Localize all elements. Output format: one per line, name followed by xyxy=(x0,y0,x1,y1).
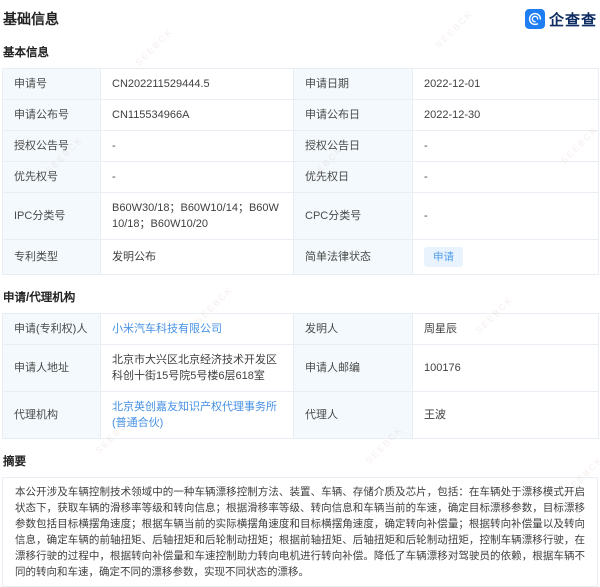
cpc-class-value: - xyxy=(413,193,599,240)
ipc-class-label: IPC分类号 xyxy=(3,193,101,240)
application-number-label: 申请号 xyxy=(3,69,101,100)
qichacha-logo[interactable]: 企查查 xyxy=(525,9,597,30)
priority-number-label: 优先权号 xyxy=(3,162,101,193)
abstract-text: 本公开涉及车辆控制技术领域中的一种车辆漂移控制方法、装置、车辆、存储介质及芯片，… xyxy=(2,477,598,587)
publication-number-value: CN115534966A xyxy=(101,100,294,131)
section-abstract: 摘要 xyxy=(3,453,597,469)
agency-link[interactable]: 北京英创嘉友知识产权代理事务所(普通合伙) xyxy=(112,401,277,429)
application-date-label: 申请日期 xyxy=(294,69,413,100)
legal-status-value: 申请 xyxy=(413,240,599,275)
applicant-address-label: 申请人地址 xyxy=(3,345,101,392)
agent-value: 王波 xyxy=(413,392,599,439)
applicant-address-value: 北京市大兴区北京经济技术开发区科创十街15号院5号楼6层618室 xyxy=(101,345,294,392)
inventor-value: 周星辰 xyxy=(413,314,599,345)
page-title: 基础信息 xyxy=(3,9,59,29)
grant-number-value: - xyxy=(101,131,294,162)
postal-code-label: 申请人邮编 xyxy=(294,345,413,392)
table-row: 申请号 CN202211529444.5 申请日期 2022-12-01 xyxy=(3,69,599,100)
applicant-link[interactable]: 小米汽车科技有限公司 xyxy=(112,323,222,335)
applicant-label: 申请(专利权)人 xyxy=(3,314,101,345)
section-applicant-agency: 申请/代理机构 xyxy=(3,289,597,305)
priority-date-label: 优先权日 xyxy=(294,162,413,193)
table-row: 优先权号 - 优先权日 - xyxy=(3,162,599,193)
grant-date-label: 授权公告日 xyxy=(294,131,413,162)
application-date-value: 2022-12-01 xyxy=(413,69,599,100)
agency-value: 北京英创嘉友知识产权代理事务所(普通合伙) xyxy=(101,392,294,439)
cpc-class-label: CPC分类号 xyxy=(294,193,413,240)
table-row: 代理机构 北京英创嘉友知识产权代理事务所(普通合伙) 代理人 王波 xyxy=(3,392,599,439)
grant-date-value: - xyxy=(413,131,599,162)
page-header: 基础信息 企查查 xyxy=(2,8,598,30)
agent-label: 代理人 xyxy=(294,392,413,439)
applicant-agency-table: 申请(专利权)人 小米汽车科技有限公司 发明人 周星辰 申请人地址 北京市大兴区… xyxy=(2,313,599,439)
agency-label: 代理机构 xyxy=(3,392,101,439)
publication-date-value: 2022-12-30 xyxy=(413,100,599,131)
patent-info-page: 基础信息 企查查 基本信息 申请号 CN202211529444.5 xyxy=(0,0,600,587)
qichacha-logo-icon xyxy=(525,9,545,29)
ipc-class-value: B60W30/18；B60W10/14；B60W10/18；B60W10/20 xyxy=(101,193,294,240)
status-badge: 申请 xyxy=(424,247,463,267)
inventor-label: 发明人 xyxy=(294,314,413,345)
table-row: 申请人地址 北京市大兴区北京经济技术开发区科创十街15号院5号楼6层618室 申… xyxy=(3,345,599,392)
basic-info-table: 申请号 CN202211529444.5 申请日期 2022-12-01 申请公… xyxy=(2,68,599,275)
publication-number-label: 申请公布号 xyxy=(3,100,101,131)
brand-name: 企查查 xyxy=(549,9,597,30)
priority-number-value: - xyxy=(101,162,294,193)
legal-status-label: 简单法律状态 xyxy=(294,240,413,275)
priority-date-value: - xyxy=(413,162,599,193)
section-basic-info: 基本信息 xyxy=(3,44,597,60)
grant-number-label: 授权公告号 xyxy=(3,131,101,162)
patent-type-label: 专利类型 xyxy=(3,240,101,275)
patent-type-value: 发明公布 xyxy=(101,240,294,275)
table-row: 授权公告号 - 授权公告日 - xyxy=(3,131,599,162)
applicant-value: 小米汽车科技有限公司 xyxy=(101,314,294,345)
table-row: 申请(专利权)人 小米汽车科技有限公司 发明人 周星辰 xyxy=(3,314,599,345)
table-row: 专利类型 发明公布 简单法律状态 申请 xyxy=(3,240,599,275)
application-number-value: CN202211529444.5 xyxy=(101,69,294,100)
publication-date-label: 申请公布日 xyxy=(294,100,413,131)
table-row: IPC分类号 B60W30/18；B60W10/14；B60W10/18；B60… xyxy=(3,193,599,240)
postal-code-value: 100176 xyxy=(413,345,599,392)
table-row: 申请公布号 CN115534966A 申请公布日 2022-12-30 xyxy=(3,100,599,131)
